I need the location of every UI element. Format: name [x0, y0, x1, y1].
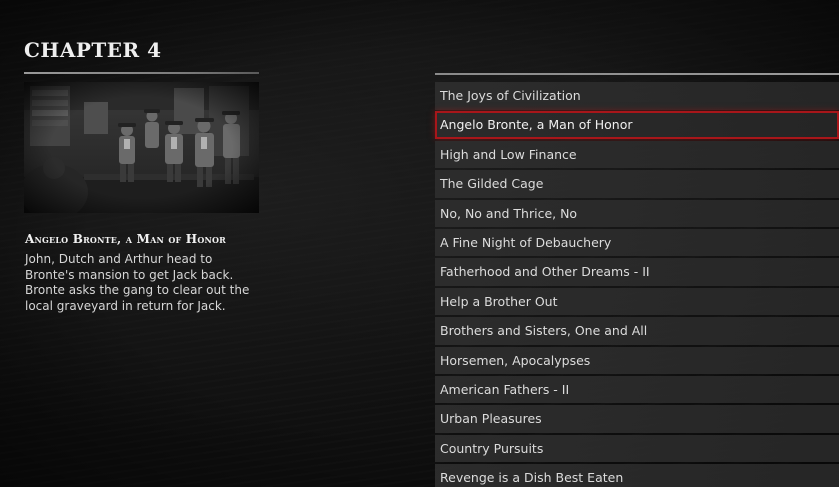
mission-item-horsemen-apocalypses[interactable]: Horsemen, Apocalypses	[435, 346, 839, 375]
mission-photo	[24, 82, 259, 213]
mission-item-revenge-dish-best-eaten[interactable]: Revenge is a Dish Best Eaten	[435, 464, 839, 487]
chapter-title: CHAPTER 4	[24, 38, 162, 62]
selected-mission-name: Angelo Bronte, a Man of Honor	[25, 232, 227, 246]
mission-list-divider	[435, 73, 839, 75]
mission-item-help-a-brother-out[interactable]: Help a Brother Out	[435, 287, 839, 316]
mission-item-joys-of-civilization[interactable]: The Joys of Civilization	[435, 82, 839, 110]
mission-item-american-fathers-2[interactable]: American Fathers - II	[435, 375, 839, 404]
mission-item-gilded-cage[interactable]: The Gilded Cage	[435, 170, 839, 198]
description-line: local graveyard in return for Jack.	[25, 298, 226, 313]
mission-item-angelo-bronte[interactable]: Angelo Bronte, a Man of Honor	[435, 111, 839, 139]
mission-item-brothers-and-sisters[interactable]: Brothers and Sisters, One and All	[435, 317, 839, 345]
description-line: Bronte's mansion to get Jack back.	[25, 267, 234, 282]
description-line: John, Dutch and Arthur head to	[25, 252, 213, 266]
mission-item-no-no-thrice-no[interactable]: No, No and Thrice, No	[435, 199, 839, 228]
mission-list: The Joys of Civilization Angelo Bronte, …	[435, 82, 839, 487]
description-line: Bronte asks the gang to clear out the	[25, 283, 250, 297]
chapter-title-divider	[24, 72, 259, 74]
mission-item-high-and-low-finance[interactable]: High and Low Finance	[435, 140, 839, 169]
mission-item-urban-pleasures[interactable]: Urban Pleasures	[435, 405, 839, 433]
selected-mission-description: John, Dutch and Arthur head to Bronte's …	[25, 252, 260, 314]
mission-item-country-pursuits[interactable]: Country Pursuits	[435, 434, 839, 463]
mission-item-fatherhood-and-other-dreams-2[interactable]: Fatherhood and Other Dreams - II	[435, 258, 839, 286]
mission-item-fine-night-of-debauchery[interactable]: A Fine Night of Debauchery	[435, 228, 839, 257]
